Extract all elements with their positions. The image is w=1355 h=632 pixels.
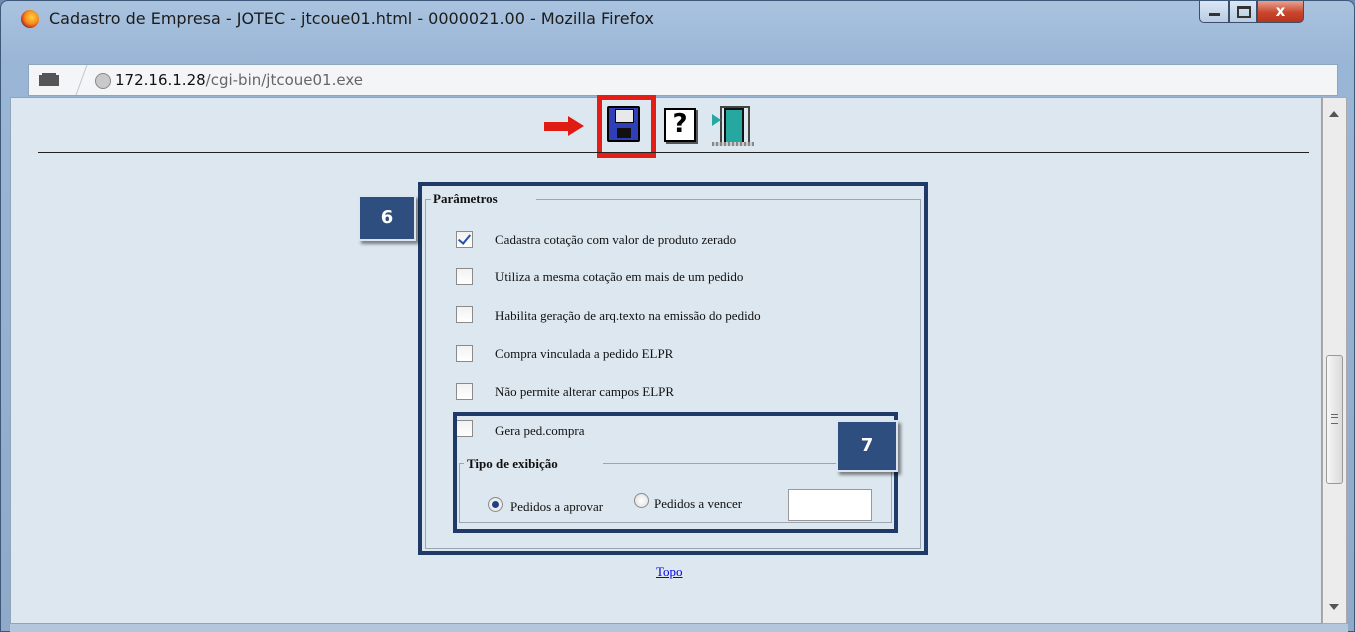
close-button[interactable]: x <box>1257 1 1304 23</box>
step-badge-7: 7 <box>836 420 898 472</box>
title-bar: Cadastro de Empresa - JOTEC - jtcoue01.h… <box>1 1 1354 37</box>
fieldset-border <box>459 463 464 464</box>
window-bottom-border <box>10 624 1348 632</box>
tipo-exibicao-legend: Tipo de exibição <box>467 456 558 471</box>
radio-pedidos-vencer[interactable] <box>634 493 649 508</box>
fieldset-border <box>603 463 836 464</box>
address-separator <box>65 65 88 95</box>
scroll-up-icon[interactable] <box>1329 111 1339 117</box>
checkbox-label: Compra vinculada a pedido ELPR <box>495 346 674 361</box>
toolbar-divider <box>38 152 1309 153</box>
fieldset-border <box>425 199 431 200</box>
checkbox-label: Não permite alterar campos ELPR <box>495 384 675 399</box>
url-path: /cgi-bin/jtcoue01.exe <box>205 71 363 89</box>
close-icon: x <box>1275 2 1286 20</box>
pedidos-vencer-input[interactable] <box>788 489 872 521</box>
address-bar[interactable]: 172.16.1.28/cgi-bin/jtcoue01.exe <box>28 64 1338 96</box>
window-title: Cadastro de Empresa - JOTEC - jtcoue01.h… <box>49 9 654 28</box>
url-text[interactable]: 172.16.1.28/cgi-bin/jtcoue01.exe <box>115 71 363 89</box>
checkbox-mesma-cotacao[interactable] <box>456 268 473 285</box>
radio-pedidos-aprovar[interactable] <box>488 497 503 512</box>
firefox-icon <box>21 10 39 28</box>
tab-groups-icon[interactable] <box>39 73 59 87</box>
maximize-button[interactable] <box>1229 1 1257 23</box>
checkbox-nao-permite-alterar[interactable] <box>456 383 473 400</box>
vertical-scrollbar[interactable] <box>1322 97 1347 624</box>
url-host: 172.16.1.28 <box>115 71 206 89</box>
checkbox-label: Cadastra cotação com valor de produto ze… <box>495 232 737 247</box>
scroll-down-icon[interactable] <box>1329 604 1339 610</box>
checkbox-cotacao-zerado[interactable] <box>456 231 473 248</box>
step-badge-6: 6 <box>358 195 416 241</box>
red-arrow-annotation <box>544 116 584 136</box>
radio-label-vencer: Pedidos a vencer <box>654 496 743 511</box>
scroll-thumb[interactable] <box>1326 355 1343 484</box>
topo-link[interactable]: Topo <box>656 564 683 580</box>
fieldset-border <box>536 199 921 200</box>
save-icon[interactable] <box>607 106 640 142</box>
checkbox-arq-texto[interactable] <box>456 306 473 323</box>
radio-label-aprovar: Pedidos a aprovar <box>510 499 604 514</box>
parametros-legend: Parâmetros <box>433 191 498 206</box>
checkbox-label: Habilita geração de arq.texto na emissão… <box>495 308 761 323</box>
help-icon[interactable]: ? <box>664 108 696 142</box>
checkbox-compra-vinculada[interactable] <box>456 345 473 362</box>
minimize-button[interactable] <box>1199 1 1229 23</box>
exit-icon[interactable] <box>712 106 754 146</box>
checkbox-label: Utiliza a mesma cotação em mais de um pe… <box>495 269 744 284</box>
globe-icon[interactable] <box>95 73 111 89</box>
